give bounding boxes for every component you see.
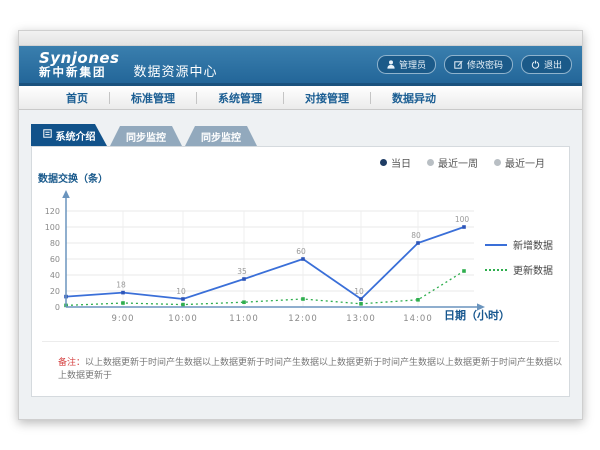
footnote: 备注：以上数据更新于时间产生数据以上数据更新于时间产生数据以上数据更新于时间产生… xyxy=(58,355,569,381)
logo-text-en: Synjones xyxy=(39,51,120,67)
footer-divider xyxy=(42,341,559,342)
data-point-label: 35 xyxy=(237,267,247,276)
data-point xyxy=(462,225,466,229)
x-tick-label: 10:00 xyxy=(168,314,198,324)
radio-label: 最近一周 xyxy=(438,155,478,170)
data-point xyxy=(121,301,125,305)
tab-sync-monitor-1[interactable]: 同步监控 xyxy=(110,126,182,146)
header-actions: 管理员 修改密码 退出 xyxy=(377,55,572,74)
data-point xyxy=(242,300,246,304)
header-bar: Synjones 新中新集团 数据资源中心 管理员 修改密码 退出 xyxy=(19,46,582,86)
data-point-label: 60 xyxy=(296,247,306,256)
tab-label: 同步监控 xyxy=(201,129,241,144)
legend-label: 新增数据 xyxy=(513,237,553,252)
change-password-button-label: 修改密码 xyxy=(467,58,503,71)
tab-bar: 系统介绍 同步监控 同步监控 xyxy=(31,124,570,146)
radio-option-last-month[interactable]: 最近一月 xyxy=(494,155,545,170)
logo-text-cn: 新中新集团 xyxy=(39,66,120,78)
user-button[interactable]: 管理员 xyxy=(377,55,436,74)
y-tick-label: 100 xyxy=(45,223,60,232)
x-tick-label: 14:00 xyxy=(403,314,433,324)
data-point xyxy=(462,269,466,273)
x-tick-label: 12:00 xyxy=(288,314,318,324)
radio-label: 当日 xyxy=(391,155,411,170)
chart-card: 当日 最近一周 最近一月 数据交换（条） 0 20 40 60 80 100 120 9:00… xyxy=(31,146,570,397)
legend-label: 更新数据 xyxy=(513,262,553,277)
tab-label: 同步监控 xyxy=(126,129,166,144)
chart-legend: 新增数据 更新数据 xyxy=(485,237,553,277)
data-point-label: 10 xyxy=(176,287,186,296)
nav-item-system-mgmt[interactable]: 系统管理 xyxy=(197,90,283,106)
data-point-label: 100 xyxy=(455,215,470,224)
y-tick-label: 120 xyxy=(45,207,60,216)
company-logo: Synjones 新中新集团 xyxy=(39,51,120,79)
nav-item-standard-mgmt[interactable]: 标准管理 xyxy=(110,90,196,106)
power-icon xyxy=(531,60,540,69)
radio-selected-icon xyxy=(380,159,387,166)
data-point xyxy=(181,303,185,307)
y-axis-arrow-icon xyxy=(62,190,70,198)
footnote-text: 以上数据更新于时间产生数据以上数据更新于时间产生数据以上数据更新于时间产生数据以… xyxy=(58,358,562,381)
main-nav: 首页 标准管理 系统管理 对接管理 数据异动 xyxy=(19,86,582,110)
radio-option-last-week[interactable]: 最近一周 xyxy=(427,155,478,170)
radio-unselected-icon xyxy=(494,159,501,166)
data-point xyxy=(301,297,305,301)
data-point xyxy=(416,298,420,302)
edit-icon xyxy=(454,60,463,69)
nav-item-interface-mgmt[interactable]: 对接管理 xyxy=(284,90,370,106)
tab-label: 系统介绍 xyxy=(56,128,96,143)
x-tick-label: 11:00 xyxy=(229,314,259,324)
y-tick-label: 20 xyxy=(50,287,60,296)
x-tick-label: 9:00 xyxy=(111,314,134,324)
nav-item-home[interactable]: 首页 xyxy=(45,90,109,106)
window-chrome-bar xyxy=(19,31,582,46)
time-range-filter: 当日 最近一周 最近一月 xyxy=(380,155,545,170)
x-axis-title: 日期（小时） xyxy=(444,307,510,323)
logout-button-label: 退出 xyxy=(544,58,562,71)
data-point xyxy=(181,297,185,301)
y-tick-label: 80 xyxy=(50,239,60,248)
data-point xyxy=(301,257,305,261)
tab-sync-monitor-2[interactable]: 同步监控 xyxy=(185,126,257,146)
legend-item-update-data[interactable]: 更新数据 xyxy=(485,262,553,277)
radio-label: 最近一月 xyxy=(505,155,545,170)
y-tick-label: 40 xyxy=(50,271,60,280)
radio-unselected-icon xyxy=(427,159,434,166)
data-point xyxy=(242,277,246,281)
y-axis-title: 数据交换（条） xyxy=(38,170,108,185)
user-button-label: 管理员 xyxy=(399,58,426,71)
y-tick-label: 60 xyxy=(50,255,60,264)
data-point xyxy=(359,297,363,301)
page-title: 数据资源中心 xyxy=(134,61,218,80)
footnote-label: 备注： xyxy=(58,358,85,368)
data-point-label: 80 xyxy=(411,231,421,240)
person-icon xyxy=(387,60,395,69)
legend-line-dotted-icon xyxy=(485,269,507,271)
document-icon xyxy=(43,129,52,141)
app-window: Synjones 新中新集团 数据资源中心 管理员 修改密码 退出 xyxy=(18,30,583,420)
data-point-label: 10 xyxy=(354,287,364,296)
radio-option-today[interactable]: 当日 xyxy=(380,155,411,170)
x-tick-label: 13:00 xyxy=(346,314,376,324)
data-point xyxy=(359,302,363,306)
content-area: 系统介绍 同步监控 同步监控 当日 最近一周 xyxy=(19,110,582,417)
legend-line-solid-icon xyxy=(485,244,507,246)
y-tick-label: 0 xyxy=(55,303,60,312)
data-point xyxy=(121,291,125,295)
legend-item-new-data[interactable]: 新增数据 xyxy=(485,237,553,252)
tab-system-intro[interactable]: 系统介绍 xyxy=(31,124,107,146)
line-chart: 0 20 40 60 80 100 120 9:00 10:00 11:00 12:00 13:00 1… xyxy=(38,187,488,327)
logout-button[interactable]: 退出 xyxy=(521,55,572,74)
change-password-button[interactable]: 修改密码 xyxy=(444,55,513,74)
data-point-label: 18 xyxy=(116,281,126,290)
nav-item-data-change[interactable]: 数据异动 xyxy=(371,90,457,106)
data-point xyxy=(416,241,420,245)
